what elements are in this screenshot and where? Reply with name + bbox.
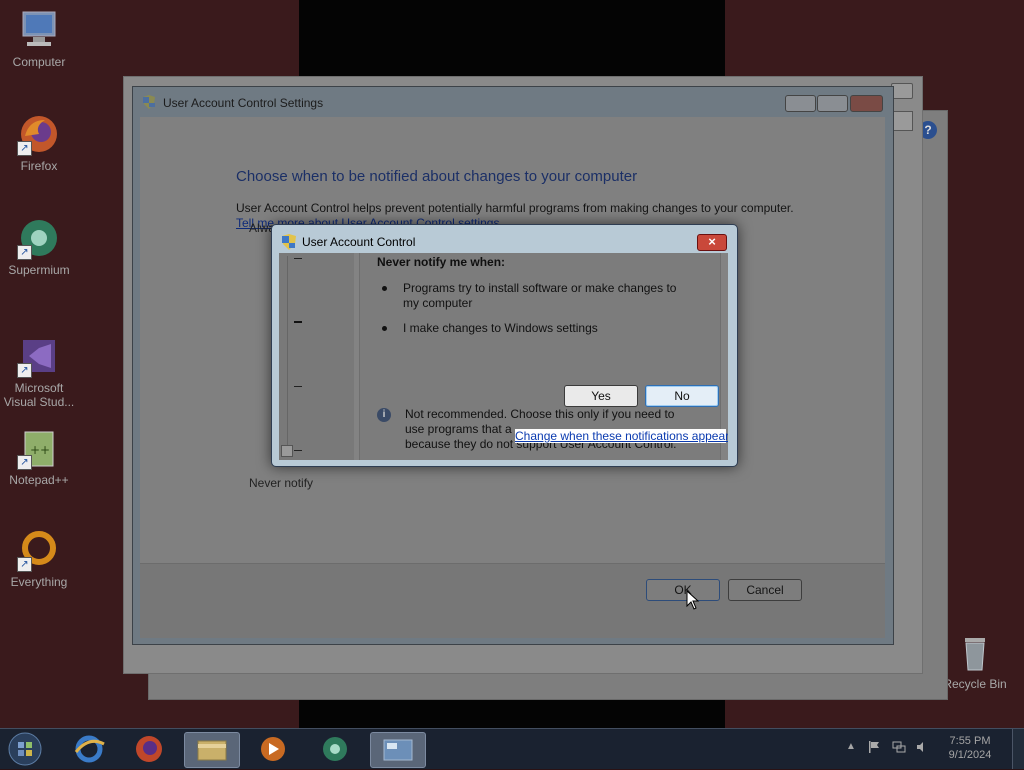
taskbar: ▲ 7:55 PM 9/1/2024: [0, 728, 1024, 769]
slider-tick: [294, 450, 302, 451]
supermium-icon: [323, 737, 347, 761]
bullet-text: I make changes to Windows settings: [403, 321, 598, 335]
uac-dialog: User Account Control × Never notify me w…: [271, 224, 738, 467]
clock[interactable]: 7:55 PM 9/1/2024: [938, 734, 1002, 762]
slider-tick: [294, 258, 302, 259]
supermium-icon: ↗: [17, 216, 61, 260]
start-button[interactable]: [6, 731, 44, 767]
window-title: User Account Control Settings: [163, 96, 324, 110]
cancel-button[interactable]: Cancel: [728, 579, 802, 601]
file-explorer-icon: [197, 740, 227, 761]
shortcut-arrow-icon: ↗: [17, 363, 32, 378]
desktop-icon-notepad-plus-plus[interactable]: ++ ↗ Notepad++: [0, 426, 78, 487]
desktop-icon-label: Computer: [12, 55, 66, 69]
uac-shield-icon: [143, 95, 155, 109]
taskbar-internet-explorer[interactable]: [62, 732, 116, 766]
action-center-flag-icon[interactable]: [868, 741, 880, 753]
yes-button[interactable]: Yes: [564, 385, 638, 407]
no-button[interactable]: No: [645, 385, 719, 407]
notepad-plus-plus-icon: ++ ↗: [17, 426, 61, 470]
recycle-bin-icon: [953, 630, 997, 674]
shortcut-arrow-icon: ↗: [17, 141, 32, 156]
mouse-cursor-icon: [686, 589, 700, 610]
taskbar-file-explorer[interactable]: [184, 732, 240, 768]
ok-button[interactable]: OK: [646, 579, 720, 601]
bullet-icon: [382, 286, 387, 291]
notification-level-slider[interactable]: [279, 253, 354, 460]
shortcut-arrow-icon: ↗: [17, 245, 32, 260]
dialog-title: User Account Control: [302, 235, 416, 249]
desktop-icon-everything[interactable]: ↗ Everything: [0, 528, 78, 589]
media-player-icon: [261, 737, 285, 761]
warning-note-line: Not recommended. Choose this only if you…: [405, 407, 675, 421]
slider-thumb[interactable]: [281, 445, 293, 457]
desktop-icon-visual-studio[interactable]: ↗ Microsoft Visual Stud...: [0, 334, 78, 409]
close-button[interactable]: ×: [697, 234, 727, 251]
visual-studio-icon: ↗: [17, 334, 61, 378]
dialog-footer: OK Cancel: [140, 563, 885, 638]
desktop-icon-label: Supermium: [8, 263, 70, 277]
taskbar-media-player[interactable]: [246, 732, 300, 766]
clock-time: 7:55 PM: [949, 735, 991, 747]
minimize-button[interactable]: [785, 95, 816, 112]
everything-icon: ↗: [17, 528, 61, 572]
slider-tick: [294, 321, 302, 323]
bullet-icon: [382, 326, 387, 331]
firefox-icon: ↗: [17, 112, 61, 156]
search-icon: [891, 111, 913, 131]
slider-tick: [294, 386, 302, 387]
firefox-icon: [136, 736, 162, 762]
show-hidden-icons-icon[interactable]: ▲: [846, 741, 856, 752]
shortcut-arrow-icon: ↗: [17, 455, 32, 470]
desktop-icon-computer[interactable]: Computer: [0, 8, 78, 69]
internet-explorer-icon: [74, 735, 105, 763]
desktop-icon-label: Everything: [10, 575, 68, 589]
taskbar-supermium[interactable]: [308, 732, 362, 766]
close-icon: [891, 83, 913, 99]
volume-icon[interactable]: [916, 741, 928, 753]
uac-settings-icon: [383, 739, 413, 761]
desktop-icon-label: Notepad++: [9, 473, 69, 487]
clock-date: 9/1/2024: [948, 749, 992, 761]
desktop-icon-firefox[interactable]: ↗ Firefox: [0, 112, 78, 173]
close-icon: ×: [708, 234, 716, 249]
maximize-button[interactable]: [817, 95, 848, 112]
info-icon: i: [377, 408, 391, 422]
taskbar-firefox[interactable]: [122, 732, 176, 766]
slider-track: [287, 256, 288, 456]
page-description: User Account Control helps prevent poten…: [236, 201, 794, 215]
uac-shield-icon: [282, 234, 296, 250]
show-desktop-button[interactable]: [1012, 729, 1024, 769]
desktop-icon-supermium[interactable]: ↗ Supermium: [0, 216, 78, 277]
computer-icon: [17, 8, 61, 52]
bullet-text: Programs try to install software or make…: [403, 281, 677, 310]
taskbar-uac-settings[interactable]: [370, 732, 426, 768]
slider-bottom-label: Never notify: [249, 476, 314, 490]
svg-text:++: ++: [30, 443, 50, 457]
change-notifications-link[interactable]: Change when these notifications appear: [515, 429, 728, 443]
panel-heading: Never notify me when:: [377, 255, 506, 269]
close-button[interactable]: [850, 95, 883, 112]
network-icon[interactable]: [892, 741, 906, 753]
desktop-icon-label: Firefox: [20, 159, 58, 173]
system-tray: ▲ 7:55 PM 9/1/2024: [840, 729, 1024, 769]
page-heading: Choose when to be notified about changes…: [236, 168, 638, 185]
desktop-icon-label: Microsoft Visual Stud...: [3, 381, 75, 409]
dialog-body: Never notify me when: Programs try to in…: [279, 253, 728, 460]
shortcut-arrow-icon: ↗: [17, 557, 32, 572]
